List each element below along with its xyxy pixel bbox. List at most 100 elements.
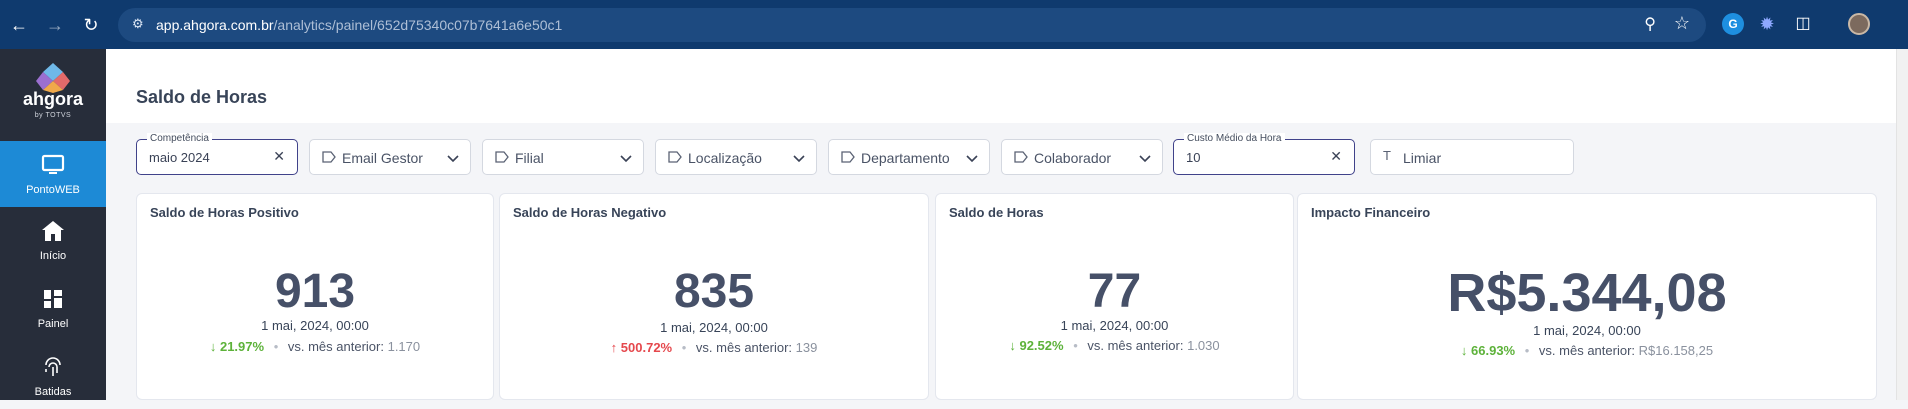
main-content: Saldo de Horas Competência maio 2024 ✕ E… [106,49,1896,400]
text-type-icon: T [1383,148,1391,163]
filial-placeholder: Filial [515,150,544,166]
card-title: Saldo de Horas Negativo [513,205,667,220]
card-prev-label: vs. mês anterior: [1538,343,1636,358]
address-bar[interactable]: ⚙ app.ahgora.com.br/analytics/painel/652… [118,8,1706,42]
extension-g-icon[interactable]: G [1722,13,1744,35]
arrow-down-icon: ↓ [1009,338,1016,353]
profile-avatar[interactable] [1848,13,1870,35]
custo-medio-value: 10 [1186,150,1201,165]
card-date: 1 mai, 2024, 00:00 [660,320,768,335]
custo-medio-label: Custo Médio da Hora [1184,133,1285,144]
sidebar-item-inicio[interactable]: Início [0,207,106,273]
kpi-card-saldo-negativo[interactable]: Saldo de Horas Negativo 835 1 mai, 2024,… [499,193,929,400]
dashboard-icon [44,290,62,308]
sidebar-item-painel[interactable]: Painel [0,275,106,341]
brand-sub: by TOTVS [34,112,72,119]
chevron-down-icon [793,155,805,163]
brand-name: ahgora [22,89,83,109]
kpi-card-impacto-financeiro[interactable]: Impacto Financeiro R$5.344,08 1 mai, 202… [1297,193,1877,400]
sidebar-item-pontoweb[interactable]: PontoWEB [0,141,106,207]
clear-icon[interactable]: ✕ [273,148,285,165]
card-pct: 500.72% [620,340,673,355]
card-value: R$5.344,08 [1447,263,1727,323]
card-prev-value: 139 [795,340,818,355]
extensions-puzzle-icon[interactable]: ◫ [1792,13,1814,35]
localizacao-placeholder: Localização [688,150,762,166]
arrow-down-icon: ↓ [209,339,217,354]
custo-medio-filter[interactable]: Custo Médio da Hora 10 ✕ [1173,133,1355,175]
page-scrollbar[interactable] [1896,49,1908,400]
card-prev-label: vs. mês anterior: [695,340,793,355]
card-pct: 21.97% [219,339,265,354]
card-title: Saldo de Horas [949,205,1044,220]
extension-gear-icon[interactable]: ✹ [1756,13,1778,35]
competencia-filter[interactable]: Competência maio 2024 ✕ [136,133,298,175]
card-value: 77 [1087,265,1142,318]
sidebar: ahgora by TOTVS PontoWEB Início Painel B… [0,49,106,400]
url-text[interactable]: app.ahgora.com.br/analytics/painel/652d7… [156,16,562,34]
limiar-placeholder: Limiar [1403,150,1442,166]
card-comparison: ↓ 66.93% • vs. mês anterior: R$16.158,25 [1298,343,1876,358]
chevron-down-icon [447,155,459,163]
sidebar-item-label: Início [39,250,67,262]
card-title: Impacto Financeiro [1311,205,1431,220]
page-title: Saldo de Horas [136,87,268,107]
chevron-down-icon [966,155,978,163]
arrow-up-icon: ↑ [610,340,618,355]
separator-dot: • [1524,343,1530,358]
sidebar-item-label: Painel [37,318,69,330]
forward-icon[interactable]: → [40,10,70,40]
card-pct: 92.52% [1019,338,1064,353]
card-comparison: ↓ 21.97% • vs. mês anterior: 1.170 [137,339,493,354]
home-icon [42,221,64,241]
card-comparison: ↓ 92.52% • vs. mês anterior: 1.030 [936,338,1293,353]
zoom-icon[interactable]: ⚲ [1644,14,1656,34]
departamento-filter[interactable]: Departamento [828,139,990,175]
tag-icon [495,151,509,163]
url-host: app.ahgora.com.br [156,17,274,33]
card-date: 1 mai, 2024, 00:00 [1533,323,1641,338]
sidebar-item-label: Batidas [34,386,72,398]
tag-icon [668,151,682,163]
card-title: Saldo de Horas Positivo [150,205,299,220]
chevron-down-icon [620,155,632,163]
card-prev-label: vs. mês anterior: [287,339,384,354]
card-value: 835 [673,265,755,318]
url-path: /analytics/painel/652d75340c07b7641a6e50… [273,17,563,33]
sidebar-item-batidas[interactable]: Batidas [0,343,106,409]
tag-icon [1014,151,1028,163]
localizacao-filter[interactable]: Localização [655,139,817,175]
reload-icon[interactable]: ↻ [76,10,106,40]
kpi-card-saldo-horas[interactable]: Saldo de Horas 77 1 mai, 2024, 00:00 ↓ 9… [935,193,1294,400]
email-gestor-filter[interactable]: Email Gestor [309,139,471,175]
card-prev-value: 1.030 [1187,338,1220,353]
tag-icon [322,151,336,163]
kpi-card-saldo-positivo[interactable]: Saldo de Horas Positivo 913 1 mai, 2024,… [136,193,494,400]
separator-dot: • [1073,338,1078,353]
sidebar-item-label: PontoWEB [26,184,80,196]
browser-toolbar: ← → ↻ ⚙ app.ahgora.com.br/analytics/pain… [0,0,1908,49]
departamento-placeholder: Departamento [861,150,950,166]
competencia-label: Competência [147,133,212,144]
bookmark-star-icon[interactable]: ☆ [1674,13,1690,34]
card-prev-value: R$16.158,25 [1638,343,1714,358]
card-value: 913 [274,265,356,318]
limiar-filter[interactable]: T Limiar [1370,139,1574,175]
separator-dot: • [273,339,279,354]
colaborador-placeholder: Colaborador [1034,150,1112,166]
email-gestor-placeholder: Email Gestor [342,150,423,166]
filial-filter[interactable]: Filial [482,139,644,175]
colaborador-filter[interactable]: Colaborador [1001,139,1163,175]
card-pct: 66.93% [1471,343,1516,358]
card-comparison: ↑ 500.72% • vs. mês anterior: 139 [500,340,928,355]
back-icon[interactable]: ← [4,10,34,40]
card-date: 1 mai, 2024, 00:00 [1060,318,1169,333]
fingerprint-icon [45,357,61,376]
tag-icon [841,151,855,163]
card-date: 1 mai, 2024, 00:00 [261,318,369,333]
clear-icon[interactable]: ✕ [1330,148,1342,165]
monitor-icon [41,154,65,174]
card-prev-label: vs. mês anterior: [1087,338,1184,353]
site-settings-icon[interactable]: ⚙ [132,16,148,32]
separator-dot: • [681,340,687,355]
